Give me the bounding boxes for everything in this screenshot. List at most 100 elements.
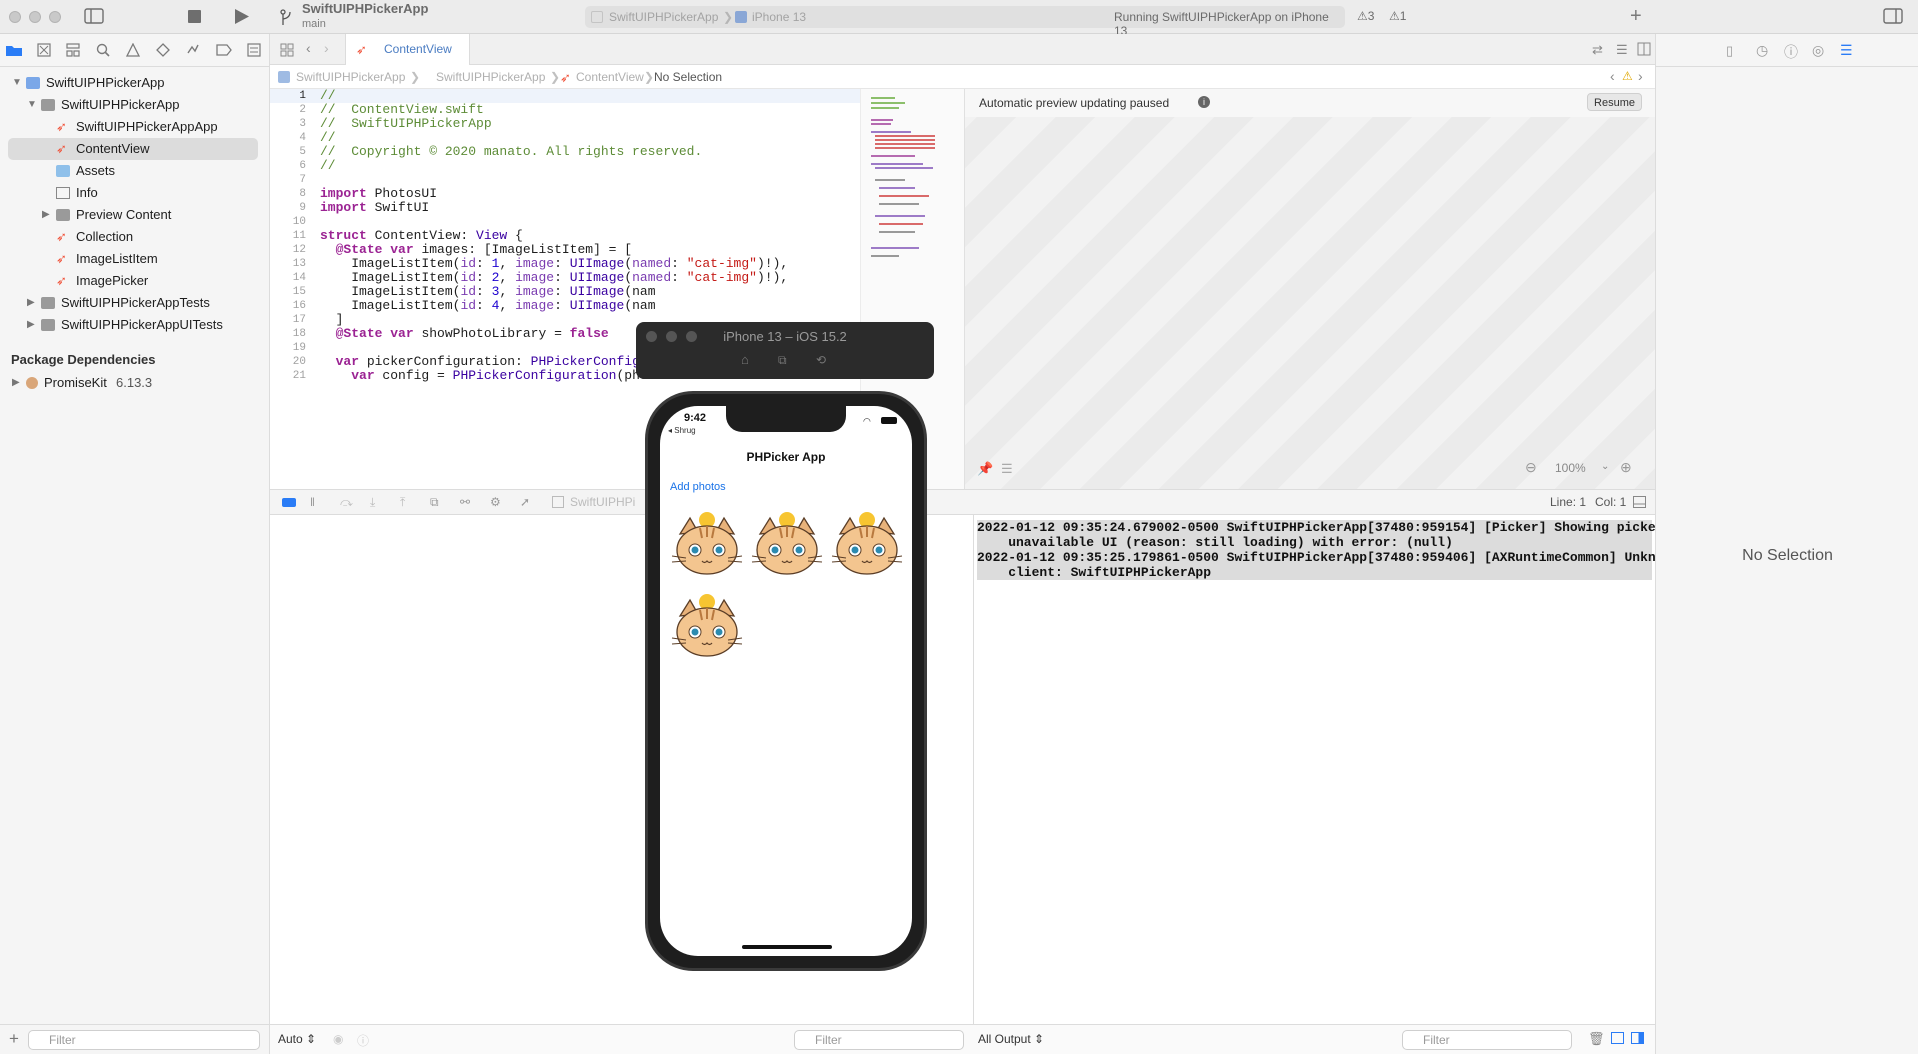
code-line[interactable]: 6 // <box>270 159 860 173</box>
eye-icon[interactable]: ◉ <box>333 1032 343 1046</box>
warning-badge[interactable]: ⚠3 <box>1357 9 1374 23</box>
navigator-item[interactable]: ➶ Collection <box>0 226 270 248</box>
test-navigator-icon[interactable] <box>156 43 170 57</box>
zoom-out-icon[interactable]: ⊖ <box>1525 459 1537 476</box>
symbol-navigator-icon[interactable] <box>66 43 80 57</box>
zoom-in-icon[interactable]: ⊕ <box>1620 459 1632 476</box>
cat-photo[interactable] <box>828 504 906 582</box>
cat-photo[interactable] <box>668 504 746 582</box>
chevron-right-icon[interactable]: ▶ <box>42 204 50 226</box>
step-over-icon[interactable]: ⤼ <box>340 495 353 510</box>
breakpoints-toggle-icon[interactable] <box>282 498 296 507</box>
zoom-level[interactable]: 100% <box>1555 461 1586 475</box>
code-line[interactable]: 7 <box>270 173 860 187</box>
info-icon[interactable]: i <box>1198 96 1210 108</box>
navigator-item[interactable]: Assets <box>0 160 270 182</box>
screenshot-icon[interactable]: ⧉ <box>778 353 787 368</box>
scheme-name[interactable]: SwiftUIPHPickerApp <box>609 10 718 24</box>
inspector-toggle-icon[interactable] <box>1883 8 1903 24</box>
navigator-item[interactable]: ▼ SwiftUIPHPickerApp <box>0 72 270 94</box>
add-file-icon[interactable]: + <box>9 1029 19 1049</box>
code-line[interactable]: 10 <box>270 215 860 229</box>
zoom-window-button[interactable] <box>49 11 61 23</box>
tab-contentview[interactable]: ➶ ContentView <box>345 34 470 65</box>
code-line[interactable]: 5 // Copyright © 2020 manato. All rights … <box>270 145 860 159</box>
preview-canvas[interactable]: Automatic preview updating paused i Resu… <box>964 89 1656 489</box>
simulator-titlebar[interactable]: iPhone 13 – iOS 15.2 ⌂ ⧉ ⟲ <box>636 322 934 379</box>
chevron-right-icon[interactable]: ▶ <box>12 372 20 394</box>
code-line[interactable]: 11 struct ContentView: View { <box>270 229 860 243</box>
chevron-down-icon[interactable]: ▼ <box>12 72 22 94</box>
add-library-icon[interactable]: + <box>1630 5 1642 28</box>
identity-inspector-icon[interactable]: ◎ <box>1812 42 1824 59</box>
environment-overrides-icon[interactable]: ⚙ <box>490 495 501 509</box>
history-inspector-icon[interactable]: ◷ <box>1756 42 1768 59</box>
navigator-item[interactable]: ▶ SwiftUIPHPickerAppUITests <box>0 314 270 336</box>
folder-navigator-icon[interactable] <box>6 44 22 56</box>
jumpbar-group[interactable]: SwiftUIPHPickerApp <box>436 70 545 84</box>
back-to-app[interactable]: ◂ Shrug <box>668 426 696 435</box>
output-mode-select[interactable]: All Output ⇕ <box>978 1032 1044 1046</box>
pin-icon[interactable]: 📌 <box>977 461 993 477</box>
step-into-icon[interactable]: ⤓ <box>370 495 375 510</box>
navigator-item[interactable]: ➶ ContentView <box>8 138 258 160</box>
code-line[interactable]: 14 ImageListItem(id: 2, image: UIImage(n… <box>270 271 860 285</box>
code-line[interactable]: 12 @State var images: [ImageListItem] = … <box>270 243 860 257</box>
breakpoint-navigator-icon[interactable] <box>216 44 232 56</box>
debug-target[interactable]: SwiftUIPHPi <box>570 495 635 509</box>
preview-settings-icon[interactable]: ☰ <box>1001 461 1013 477</box>
show-variables-icon[interactable] <box>1611 1032 1624 1044</box>
report-navigator-icon[interactable] <box>247 43 261 57</box>
package-row[interactable]: ▶ PromiseKit 6.13.3 <box>0 372 270 394</box>
jumpbar-file[interactable]: ContentView <box>576 70 644 84</box>
previous-issue-icon[interactable]: ‹ <box>1610 68 1615 84</box>
forward-icon[interactable]: › <box>324 40 329 56</box>
code-line[interactable]: 9 import SwiftUI <box>270 201 860 215</box>
navigator-item[interactable]: ➶ SwiftUIPHPickerAppApp <box>0 116 270 138</box>
show-console-icon[interactable] <box>1631 1032 1644 1044</box>
navigator-item[interactable]: ▼ SwiftUIPHPickerApp <box>0 94 270 116</box>
memory-graph-icon[interactable]: ⚯ <box>460 495 470 509</box>
console-filter-input[interactable]: Filter <box>1402 1030 1572 1050</box>
simulate-location-icon[interactable]: ➚ <box>520 495 530 509</box>
code-line[interactable]: 8 import PhotosUI <box>270 187 860 201</box>
chevron-down-icon[interactable]: ▼ <box>27 94 37 116</box>
scheme-status-bar[interactable]: SwiftUIPHPickerApp ❯ iPhone 13 Running S… <box>585 6 1345 38</box>
issue-navigator-icon[interactable] <box>126 43 140 57</box>
editor-options-icon[interactable]: ☰ <box>1616 42 1628 58</box>
view-debugger-icon[interactable]: ⧉ <box>430 495 439 510</box>
hide-debug-area-icon[interactable] <box>1633 496 1646 508</box>
file-inspector-icon[interactable]: ▯ <box>1726 43 1733 59</box>
rotate-icon[interactable]: ⟲ <box>816 353 826 367</box>
code-line[interactable]: 2 // ContentView.swift <box>270 103 860 117</box>
code-line[interactable]: 3 // SwiftUIPHPickerApp <box>270 117 860 131</box>
code-line[interactable]: 15 ImageListItem(id: 3, image: UIImage(n… <box>270 285 860 299</box>
code-line[interactable]: 4 // <box>270 131 860 145</box>
jumpbar-project[interactable]: SwiftUIPHPickerApp <box>296 70 405 84</box>
navigator-filter-input[interactable]: Filter <box>28 1030 260 1050</box>
cat-photo[interactable] <box>668 586 746 664</box>
error-badge[interactable]: ⚠1 <box>1389 9 1406 23</box>
sidebar-toggle-icon[interactable] <box>84 8 104 24</box>
step-out-icon[interactable]: ⤒ <box>400 495 405 510</box>
code-line[interactable]: 16 ImageListItem(id: 4, image: UIImage(n… <box>270 299 860 313</box>
code-line[interactable]: 1 // <box>270 89 860 103</box>
chevron-down-icon[interactable]: ⌄ <box>1601 461 1609 472</box>
warning-icon[interactable]: ⚠ <box>1622 69 1633 83</box>
navigator-item[interactable]: Info <box>0 182 270 204</box>
code-line[interactable]: 13 ImageListItem(id: 1, image: UIImage(n… <box>270 257 860 271</box>
close-window-button[interactable] <box>9 11 21 23</box>
split-editor-icon[interactable] <box>1637 42 1651 56</box>
variables-filter-input[interactable]: Filter <box>794 1030 964 1050</box>
pause-icon[interactable]: ‖ <box>310 495 315 509</box>
navigator-item[interactable]: ▶ SwiftUIPHPickerAppTests <box>0 292 270 314</box>
info-icon[interactable]: ⓘ <box>357 1032 369 1049</box>
add-photos-button[interactable]: Add photos <box>670 481 726 493</box>
chevron-right-icon[interactable]: ▶ <box>27 292 35 314</box>
navigator-item[interactable]: ➶ ImageListItem <box>0 248 270 270</box>
stop-icon[interactable] <box>188 10 201 23</box>
trash-icon[interactable]: 🗑 <box>1588 1031 1605 1047</box>
resume-button[interactable]: Resume <box>1587 93 1642 111</box>
chevron-right-icon[interactable]: ▶ <box>27 314 35 336</box>
scheme-device[interactable]: iPhone 13 <box>752 10 806 24</box>
